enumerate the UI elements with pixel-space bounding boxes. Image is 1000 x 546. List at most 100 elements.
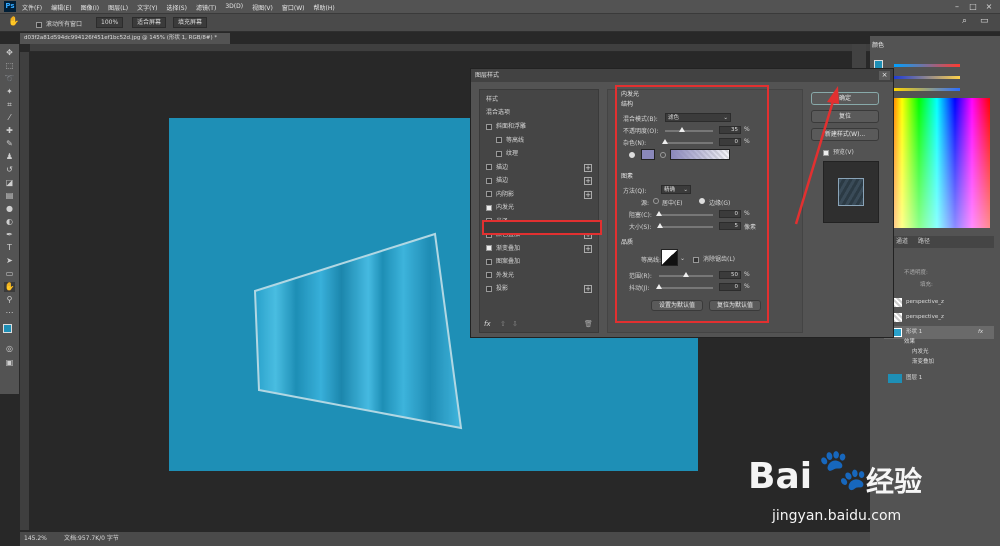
menu-select[interactable]: 选择(S)	[166, 3, 187, 12]
style-item-0[interactable]: 斜面和浮雕	[482, 120, 598, 133]
hand-tool-icon[interactable]: ✋	[4, 282, 15, 292]
blur-tool-icon[interactable]: ●	[4, 204, 15, 214]
color-spectrum[interactable]	[884, 98, 990, 228]
menu-image[interactable]: 图像(I)	[81, 3, 99, 12]
style-checkbox[interactable]	[486, 177, 492, 184]
add-effect-icon[interactable]: +	[584, 285, 592, 293]
screen-mode-icon[interactable]: ▣	[4, 358, 15, 368]
options-bar: ✋ 滚动所有窗口 100% 适合屏幕 填充屏幕 ⌕ ▭	[0, 14, 1000, 32]
style-item-9[interactable]: 渐变叠加 +	[482, 242, 598, 255]
style-item-12[interactable]: 投影 +	[482, 282, 598, 295]
style-checkbox[interactable]	[486, 191, 492, 197]
eraser-tool-icon[interactable]: ◪	[4, 178, 15, 188]
quick-mask-icon[interactable]: ◎	[4, 344, 15, 354]
style-checkbox[interactable]	[486, 204, 492, 211]
menu-window[interactable]: 窗口(W)	[282, 3, 305, 12]
menu-3d[interactable]: 3D(D)	[225, 3, 243, 12]
style-item-2[interactable]: 纹理	[482, 147, 598, 160]
menu-type[interactable]: 文字(Y)	[137, 3, 157, 12]
r-slider[interactable]	[894, 64, 960, 67]
marquee-tool-icon[interactable]: ⬚	[4, 61, 15, 71]
workspace-icon[interactable]: ▭	[980, 16, 989, 26]
style-item-4[interactable]: 描边 +	[482, 174, 598, 187]
foreground-color-swatch[interactable]	[3, 324, 12, 333]
layer-row[interactable]: perspective_z	[884, 296, 994, 309]
style-item-6[interactable]: 内发光	[482, 201, 598, 214]
style-item-label: 图案叠加	[496, 258, 521, 265]
gradient-tool-icon[interactable]: ▤	[4, 191, 15, 201]
fx-menu-icon[interactable]: fx	[484, 320, 491, 328]
style-checkbox[interactable]	[486, 164, 492, 170]
shape-tool-icon[interactable]: ▭	[4, 269, 15, 279]
tools-panel: ✥ ⬚ ➰ ✦ ⌗ ⁄ ✚ ✎ ♟ ↺ ◪ ▤ ● ◐ ✒ T ➤ ▭ ✋ ⚲ …	[0, 44, 19, 394]
style-checkbox[interactable]	[496, 137, 502, 143]
style-item-11[interactable]: 外发光	[482, 269, 598, 282]
style-checkbox[interactable]	[486, 123, 492, 130]
lasso-tool-icon[interactable]: ➰	[4, 74, 15, 84]
style-checkbox[interactable]	[486, 258, 492, 265]
b-slider[interactable]	[894, 88, 960, 91]
menu-edit[interactable]: 编辑(E)	[51, 3, 71, 12]
type-tool-icon[interactable]: T	[4, 243, 15, 253]
style-checkbox[interactable]	[496, 150, 502, 157]
menu-bar: Ps 文件(F) 编辑(E) 图像(I) 图层(L) 文字(Y) 选择(S) 滤…	[0, 0, 1000, 14]
color-panel-tab[interactable]: 颜色	[872, 40, 884, 49]
history-brush-icon[interactable]: ↺	[4, 165, 15, 175]
move-tool-icon[interactable]: ✥	[4, 48, 15, 58]
doc-info: 文档:957.7K/0 字节	[64, 535, 119, 542]
add-effect-icon[interactable]: +	[584, 244, 592, 253]
menu-layer[interactable]: 图层(L)	[108, 3, 128, 12]
tab-paths[interactable]: 路径	[918, 236, 930, 248]
menu-filter[interactable]: 滤镜(T)	[196, 3, 216, 12]
layer-row[interactable]: perspective_z	[884, 311, 994, 324]
close-icon[interactable]: ×	[984, 2, 994, 11]
styles-list: 样式 混合选项 斜面和浮雕等高线纹理描边+描边+内阴影+内发光光泽颜色叠加+渐变…	[479, 89, 602, 333]
fit-screen-button[interactable]: 适合屏幕	[132, 17, 167, 28]
healing-brush-icon[interactable]: ✚	[4, 126, 15, 136]
menu-view[interactable]: 视图(V)	[252, 3, 273, 12]
brush-tool-icon[interactable]: ✎	[4, 139, 15, 149]
style-checkbox[interactable]	[486, 285, 492, 292]
zoom-readout[interactable]: 145.2%	[24, 532, 47, 546]
style-checkbox[interactable]	[486, 245, 492, 251]
dialog-close-icon[interactable]: ×	[879, 71, 890, 80]
move-up-icon[interactable]: ⇧	[500, 320, 506, 328]
watermark-brand2: 经验	[866, 465, 923, 498]
tab-channels[interactable]: 通道	[896, 236, 908, 248]
add-effect-icon[interactable]: +	[584, 190, 592, 199]
fill-screen-button[interactable]: 填充屏幕	[173, 17, 208, 28]
minimize-icon[interactable]: –	[952, 2, 962, 11]
style-item-1[interactable]: 等高线	[482, 134, 598, 147]
maximize-icon[interactable]: □	[968, 2, 978, 11]
style-checkbox[interactable]	[486, 272, 492, 278]
pen-tool-icon[interactable]: ✒	[4, 230, 15, 240]
path-select-icon[interactable]: ➤	[4, 256, 15, 266]
menu-file[interactable]: 文件(F)	[22, 3, 42, 12]
crop-tool-icon[interactable]: ⌗	[4, 100, 15, 110]
more-tools-icon[interactable]: ⋯	[4, 308, 15, 318]
add-effect-icon[interactable]: +	[584, 163, 592, 172]
inner-glow-highlight	[482, 220, 602, 235]
move-down-icon[interactable]: ⇩	[512, 320, 518, 328]
scroll-all-checkbox[interactable]: 滚动所有窗口	[36, 19, 82, 28]
document-tab[interactable]: d03f2a81d594dc994126f451ef1bc52d.jpg @ 1…	[20, 33, 230, 44]
zoom-tool-icon[interactable]: ⚲	[4, 295, 15, 305]
search-icon[interactable]: ⌕	[962, 16, 967, 26]
stamp-tool-icon[interactable]: ♟	[4, 152, 15, 162]
blend-options-item[interactable]: 混合选项	[482, 106, 598, 119]
style-item-10[interactable]: 图案叠加	[482, 255, 598, 268]
g-slider[interactable]	[894, 76, 960, 79]
menu-help[interactable]: 帮助(H)	[314, 3, 335, 12]
zoom-100-button[interactable]: 100%	[96, 17, 124, 28]
magic-wand-icon[interactable]: ✦	[4, 87, 15, 97]
delete-effect-icon[interactable]: 🗑	[584, 320, 593, 328]
styles-header[interactable]: 样式	[482, 93, 598, 106]
scroll-all-label: 滚动所有窗口	[46, 21, 83, 28]
layer-row[interactable]: 图层 1	[884, 372, 994, 385]
add-effect-icon[interactable]: +	[584, 177, 592, 185]
style-item-3[interactable]: 描边 +	[482, 161, 598, 174]
eyedropper-icon[interactable]: ⁄	[4, 113, 15, 123]
style-item-5[interactable]: 内阴影 +	[482, 188, 598, 201]
dodge-tool-icon[interactable]: ◐	[4, 217, 15, 227]
layer-row[interactable]: 渐变叠加	[884, 356, 994, 369]
